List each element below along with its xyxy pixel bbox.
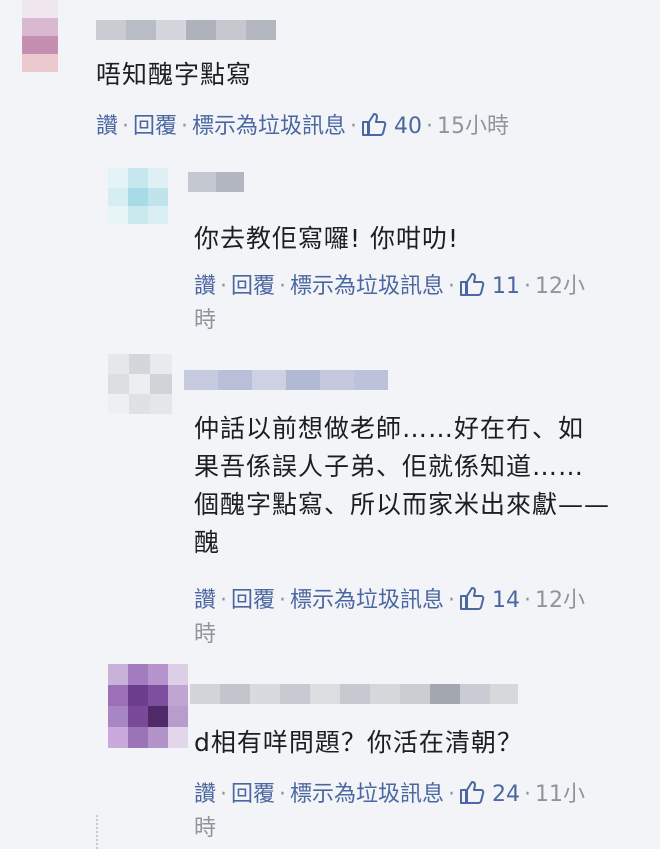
avatar[interactable]: [108, 664, 188, 748]
like-button[interactable]: 讚: [96, 114, 118, 139]
avatar[interactable]: [22, 0, 58, 72]
timestamp[interactable]: 12小: [535, 274, 585, 299]
thumbs-up-icon: [460, 273, 485, 296]
mark-spam-button[interactable]: 標示為垃圾訊息: [290, 588, 444, 613]
like-button[interactable]: 讚: [194, 274, 216, 299]
commenter-name[interactable]: [188, 172, 244, 192]
timestamp[interactable]: 15小時: [437, 114, 509, 139]
like-count[interactable]: 24: [459, 781, 520, 807]
comment-text: 仲話以前想做老師……好在冇、如 果吾係誤人子弟、佢就係知道…… 個醜字點寫、所以…: [194, 414, 611, 557]
comment-actions: 讚 · 回覆 · 標示為垃圾訊息 · 24 · 11小: [194, 781, 586, 807]
like-count[interactable]: 11: [459, 273, 520, 299]
timestamp-wrap: 時: [194, 816, 217, 841]
timestamp-wrap: 時: [194, 308, 217, 333]
timestamp[interactable]: 11小: [535, 782, 585, 807]
comment-actions: 讚 · 回覆 · 標示為垃圾訊息 · 40 · 15小時: [96, 113, 510, 139]
like-button[interactable]: 讚: [194, 588, 216, 613]
comment-text: 你去教佢寫囉! 你咁叻!: [194, 224, 459, 253]
reply-button[interactable]: 回覆: [231, 274, 275, 299]
reply-button[interactable]: 回覆: [133, 114, 177, 139]
reply-2: 仲話以前想做老師……好在冇、如 果吾係誤人子弟、佢就係知道…… 個醜字點寫、所以…: [0, 350, 660, 660]
thumbs-up-icon: [460, 781, 485, 804]
mark-spam-button[interactable]: 標示為垃圾訊息: [290, 274, 444, 299]
like-count[interactable]: 40: [361, 113, 422, 139]
thumbs-up-icon: [460, 587, 485, 610]
comment-actions: 讚 · 回覆 · 標示為垃圾訊息 · 11 · 12小: [194, 273, 586, 299]
comment-actions: 讚 · 回覆 · 標示為垃圾訊息 · 14 · 12小: [194, 587, 586, 613]
commenter-name[interactable]: [190, 684, 518, 704]
timestamp[interactable]: 12小: [535, 588, 585, 613]
avatar[interactable]: [108, 168, 168, 224]
thread-line: [96, 815, 98, 849]
comment-1: 唔知醜字點寫 讚 · 回覆 · 標示為垃圾訊息 · 40 · 15小時: [0, 0, 660, 150]
commenter-name[interactable]: [184, 370, 388, 390]
commenter-name[interactable]: [96, 20, 276, 40]
avatar[interactable]: [108, 354, 172, 414]
comment-text: d相有咩問題？你活在清朝？: [194, 728, 523, 757]
reply-button[interactable]: 回覆: [231, 588, 275, 613]
mark-spam-button[interactable]: 標示為垃圾訊息: [192, 114, 346, 139]
mark-spam-button[interactable]: 標示為垃圾訊息: [290, 782, 444, 807]
like-count[interactable]: 14: [459, 587, 520, 613]
reply-button[interactable]: 回覆: [231, 782, 275, 807]
reply-3: d相有咩問題？你活在清朝？ 讚 · 回覆 · 標示為垃圾訊息 · 24 · 11小 時: [0, 660, 660, 849]
comment-text: 唔知醜字點寫: [96, 60, 253, 89]
reply-1: 你去教佢寫囉! 你咁叻! 讚 · 回覆 · 標示為垃圾訊息 · 11 · 12小 時: [0, 150, 660, 350]
thumbs-up-icon: [362, 113, 387, 136]
like-button[interactable]: 讚: [194, 782, 216, 807]
timestamp-wrap: 時: [194, 622, 217, 647]
